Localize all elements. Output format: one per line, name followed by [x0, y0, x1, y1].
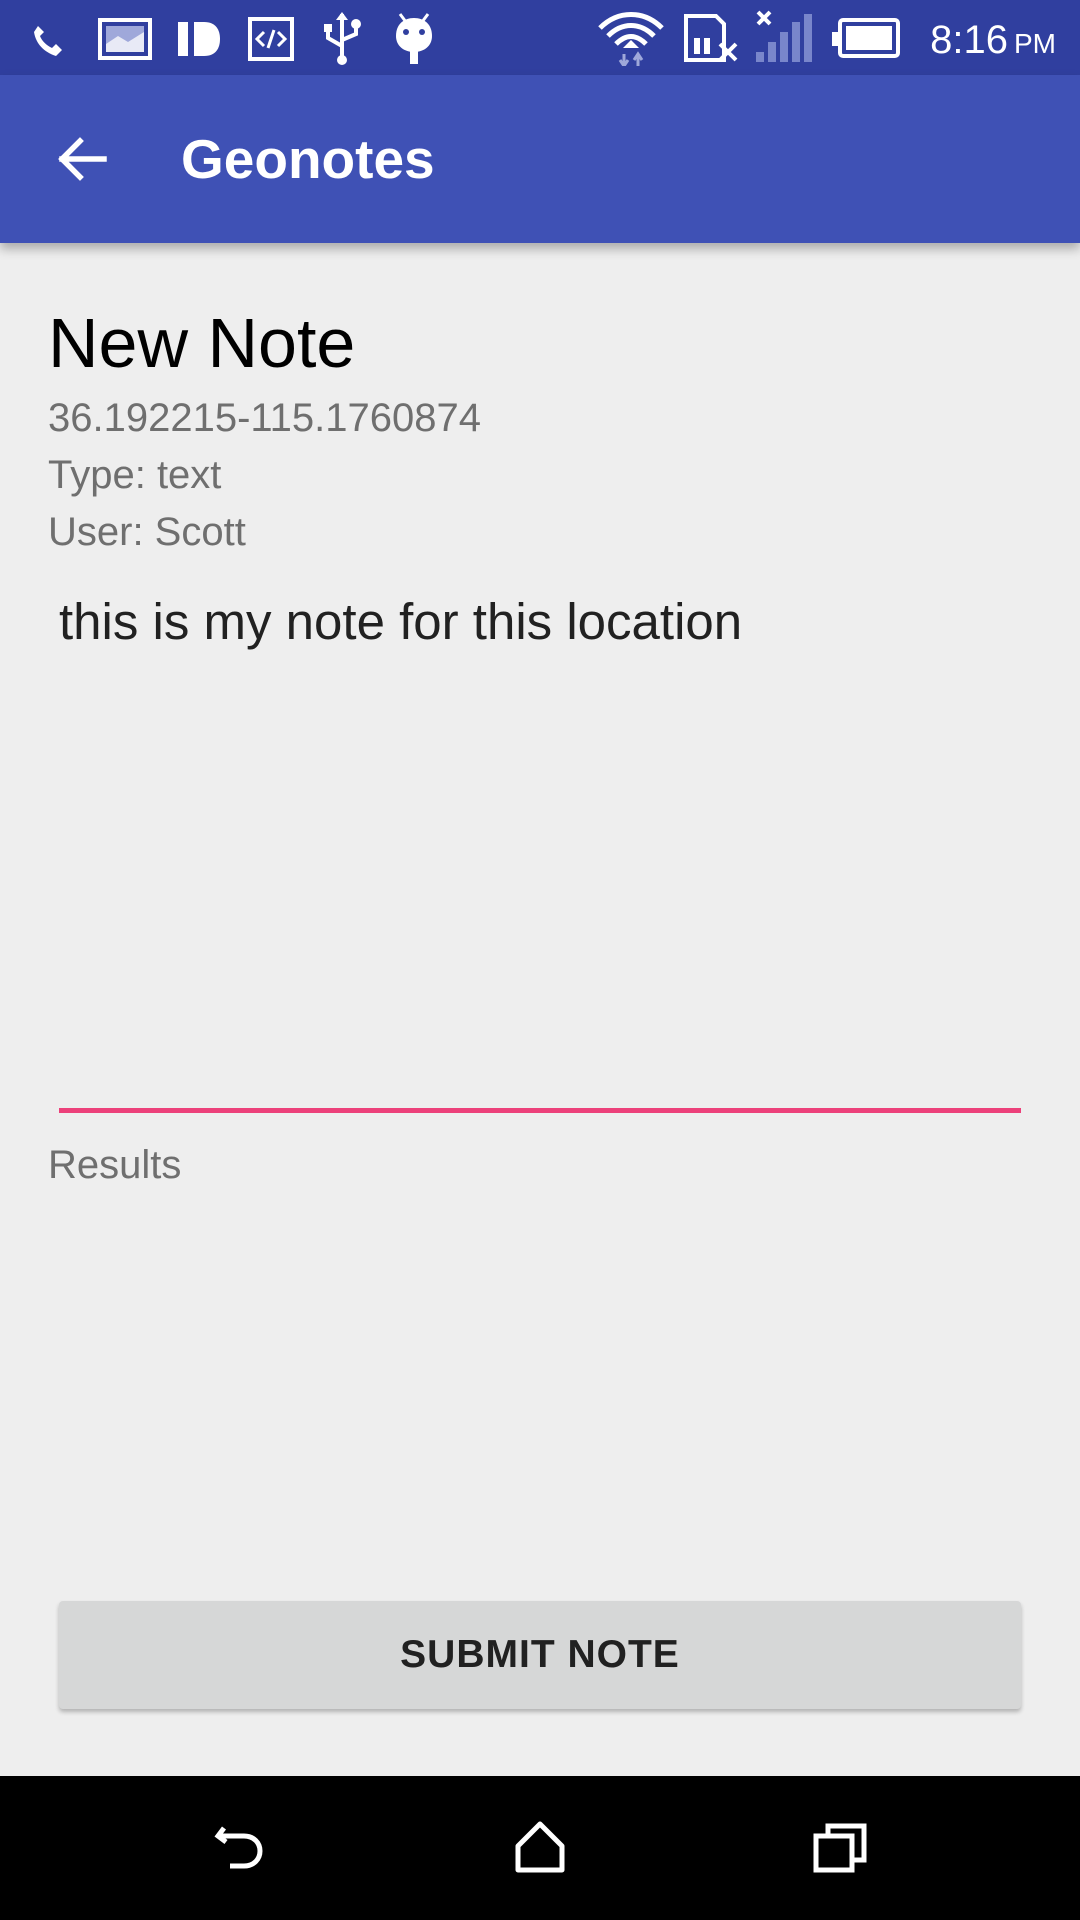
app-bar: Geonotes — [0, 75, 1080, 243]
signal-icon — [756, 10, 812, 62]
pandora-icon — [178, 22, 220, 56]
note-coordinates: 36.192215-115.1760874 — [48, 396, 482, 440]
nav-recents-icon — [813, 1823, 867, 1873]
missed-call-icon — [34, 26, 62, 56]
arrow-back-icon — [58, 137, 107, 181]
no-sim-icon — [684, 14, 738, 62]
back-button[interactable] — [42, 119, 122, 199]
nav-back-icon — [214, 1826, 263, 1869]
battery-icon — [832, 18, 900, 58]
code-icon — [248, 17, 294, 61]
status-ampm: PM — [1014, 28, 1056, 59]
note-input-underline — [59, 1108, 1021, 1113]
usb-icon — [324, 12, 361, 65]
nav-home-icon — [515, 1821, 565, 1873]
android-debug-icon — [396, 13, 432, 64]
status-bar: 8:16 PM — [0, 0, 1080, 75]
navigation-bar — [0, 1776, 1080, 1920]
submit-note-button[interactable]: SUBMIT NOTE — [59, 1601, 1021, 1709]
note-body-input[interactable]: this is my note for this location — [59, 586, 1021, 1106]
note-user: User: Scott — [48, 510, 246, 554]
nav-recents-button[interactable] — [790, 1798, 890, 1898]
wifi-icon — [598, 12, 664, 66]
note-type: Type: text — [48, 453, 222, 497]
status-clock: 8:16 PM — [930, 12, 1056, 68]
nav-back-button[interactable] — [190, 1798, 290, 1898]
screen: 8:16 PM Geonotes New Note 36.192215-115.1… — [0, 0, 1080, 1920]
app-title: Geonotes — [181, 128, 435, 190]
nav-home-button[interactable] — [490, 1798, 590, 1898]
status-time: 8:16 — [930, 18, 1008, 62]
note-heading: New Note — [48, 304, 356, 382]
image-icon — [98, 18, 152, 60]
results-label: Results — [48, 1143, 182, 1187]
